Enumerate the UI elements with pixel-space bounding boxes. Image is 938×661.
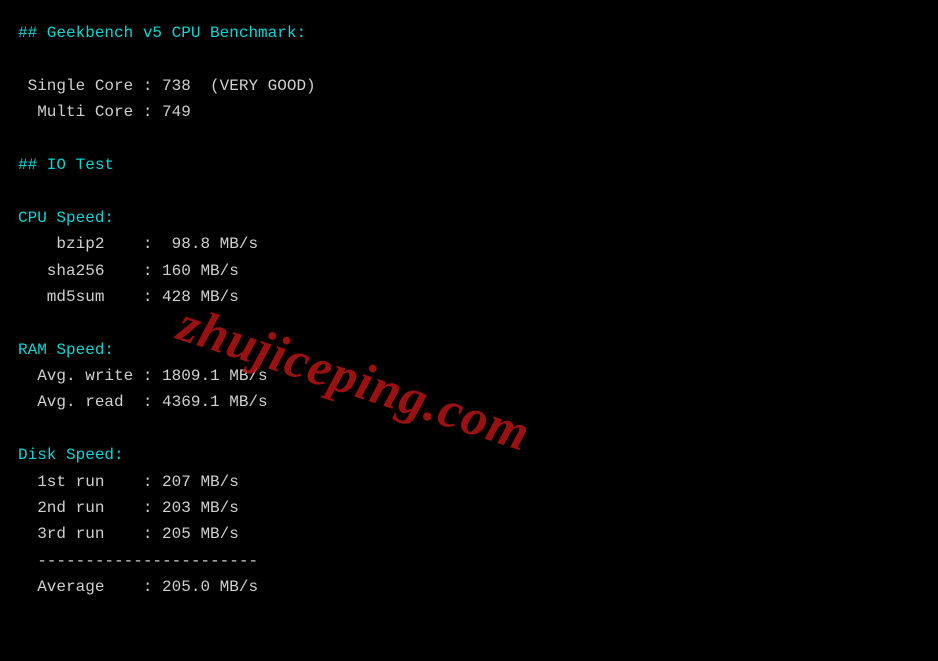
- disk-avg-label: Average: [18, 578, 143, 596]
- cpu-row-value: 98.8 MB/s: [162, 235, 258, 253]
- cpu-row-label: bzip2: [18, 235, 143, 253]
- ram-row-value: 4369.1 MB/s: [162, 393, 268, 411]
- disk-speed-header: Disk Speed:: [18, 446, 124, 464]
- disk-avg-value: 205.0 MB/s: [162, 578, 258, 596]
- disk-row-value: 203 MB/s: [162, 499, 239, 517]
- geekbench-single-value: 738 (VERY GOOD): [162, 77, 316, 95]
- disk-row-label: 3rd run: [18, 525, 143, 543]
- disk-row-label: 2nd run: [18, 499, 143, 517]
- cpu-row-label: md5sum: [18, 288, 143, 306]
- geekbench-single-label: Single Core: [18, 77, 133, 95]
- disk-row-label: 1st run: [18, 473, 143, 491]
- geekbench-multi-label: Multi Core: [18, 103, 133, 121]
- ram-row-label: Avg. write: [18, 367, 143, 385]
- disk-row-value: 205 MB/s: [162, 525, 239, 543]
- cpu-row-value: 160 MB/s: [162, 262, 239, 280]
- cpu-row-label: sha256: [18, 262, 143, 280]
- ram-row-value: 1809.1 MB/s: [162, 367, 268, 385]
- cpu-speed-header: CPU Speed:: [18, 209, 114, 227]
- ram-row-label: Avg. read: [18, 393, 143, 411]
- cpu-row-value: 428 MB/s: [162, 288, 239, 306]
- io-test-header: ## IO Test: [18, 156, 114, 174]
- geekbench-header: ## Geekbench v5 CPU Benchmark:: [18, 24, 306, 42]
- disk-separator: -----------------------: [18, 552, 258, 570]
- geekbench-multi-value: 749: [162, 103, 191, 121]
- ram-speed-header: RAM Speed:: [18, 341, 114, 359]
- disk-row-value: 207 MB/s: [162, 473, 239, 491]
